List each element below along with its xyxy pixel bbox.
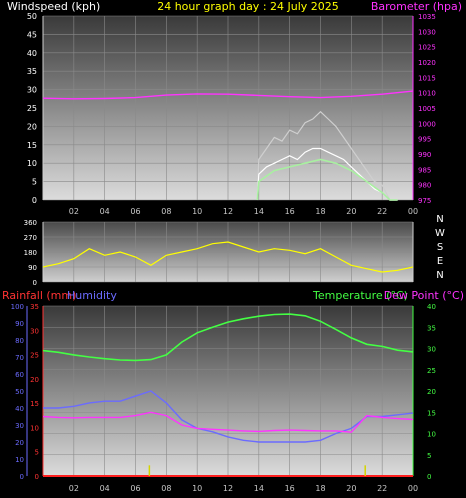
rain-tick-label: 20 [30,376,39,384]
temperature-tick-label: 30 [427,346,436,354]
barometer-tick-label: 1020 [418,59,436,67]
windspeed-tick-label: 35 [27,67,37,76]
x-tick-label: 14 [254,484,264,493]
x-tick-label: 22 [377,207,387,216]
x-tick-label: 16 [285,207,295,216]
barometer-tick-label: 980 [418,182,431,190]
x-tick-label: 12 [223,207,233,216]
humidity-tick-label: 20 [15,439,24,447]
barometer-tick-label: 1030 [418,28,436,36]
x-tick-label: 22 [377,484,387,493]
humidity-tick-label: 0 [20,473,24,481]
temperature-tick-label: 25 [427,367,436,375]
barometer-tick-label: 1000 [418,120,436,128]
humidity-tick-label: 30 [15,422,24,430]
dewpoint-axis-title: Dew Point (°C) [384,289,464,302]
windspeed-tick-label: 15 [27,141,37,150]
x-tick-label: 02 [69,207,79,216]
rain-tick-label: 0 [35,473,39,481]
barometer-tick-label: 1005 [418,105,436,113]
temperature-tick-label: 10 [427,431,436,439]
x-tick-label: 00 [408,207,418,216]
windspeed-tick-label: 45 [27,30,37,39]
x-tick-label: 04 [100,207,110,216]
direction-tick-label: 180 [24,249,37,257]
windspeed-tick-label: 30 [27,86,37,95]
x-tick-label: 00 [408,484,418,493]
windspeed-tick-label: 50 [27,12,37,21]
weather-graph-page: Windspeed (kph) 24 hour graph day : 24 J… [0,0,466,498]
barometer-tick-label: 985 [418,166,431,174]
chart-title: 24 hour graph day : 24 July 2025 [157,0,339,13]
compass-label: E [437,256,443,267]
humidity-tick-label: 90 [15,320,24,328]
rainfall-axis-title: Rainfall (mm) [2,289,76,302]
compass-label: S [437,242,443,253]
windspeed-tick-label: 5 [32,178,37,187]
humidity-tick-label: 100 [11,303,24,311]
x-tick-label: 20 [346,484,356,493]
x-tick-label: 20 [346,207,356,216]
temperature-tick-label: 0 [427,473,431,481]
direction-tick-label: 270 [24,234,37,242]
temperature-tick-label: 15 [427,409,436,417]
direction-tick-label: 360 [24,219,37,227]
compass-label: N [436,270,443,281]
x-tick-label: 14 [254,207,264,216]
temperature-tick-label: 20 [427,388,436,396]
rain-tick-label: 30 [30,327,39,335]
x-tick-label: 02 [69,484,79,493]
humidity-tick-label: 10 [15,456,24,464]
barometer-axis-title: Barometer (hpa) [371,0,462,13]
rain-tick-label: 35 [30,303,39,311]
rain-tick-label: 25 [30,352,39,360]
x-tick-label: 04 [100,484,110,493]
x-tick-label: 16 [285,484,295,493]
windspeed-tick-label: 10 [27,159,37,168]
temperature-tick-label: 5 [427,452,431,460]
compass-label: N [436,214,443,225]
barometer-tick-label: 990 [418,151,431,159]
humidity-tick-label: 40 [15,405,24,413]
windspeed-tick-label: 0 [32,196,37,205]
x-tick-label: 06 [130,207,140,216]
weather-graphs: Windspeed (kph) 24 hour graph day : 24 J… [2,0,464,493]
temperature-tick-label: 35 [427,324,436,332]
direction-tick-label: 0 [33,279,37,287]
barometer-tick-label: 975 [418,197,431,205]
x-tick-label: 12 [223,484,233,493]
barometer-tick-label: 1015 [418,74,436,82]
windspeed-tick-label: 25 [27,104,37,113]
humidity-tick-label: 50 [15,388,24,396]
humidity-tick-label: 60 [15,371,24,379]
x-tick-label: 08 [161,484,171,493]
humidity-axis-title: Humidity [67,289,117,302]
windspeed-axis-title: Windspeed (kph) [7,0,100,13]
rain-tick-label: 10 [30,424,39,432]
x-tick-label: 10 [192,484,202,493]
x-tick-label: 18 [315,207,325,216]
barometer-tick-label: 1025 [418,44,436,52]
temperature-tick-label: 40 [427,303,436,311]
windspeed-tick-label: 40 [27,49,37,58]
humidity-tick-label: 80 [15,337,24,345]
compass-label: W [435,228,445,239]
x-tick-label: 18 [315,484,325,493]
x-tick-label: 06 [130,484,140,493]
rain-tick-label: 5 [35,449,39,457]
barometer-tick-label: 1035 [418,13,436,21]
windspeed-tick-label: 20 [27,122,37,131]
x-tick-label: 08 [161,207,171,216]
direction-tick-label: 90 [28,264,37,272]
x-tick-label: 10 [192,207,202,216]
humidity-tick-label: 70 [15,354,24,362]
rain-tick-label: 15 [30,400,39,408]
barometer-tick-label: 1010 [418,90,436,98]
barometer-tick-label: 995 [418,136,431,144]
